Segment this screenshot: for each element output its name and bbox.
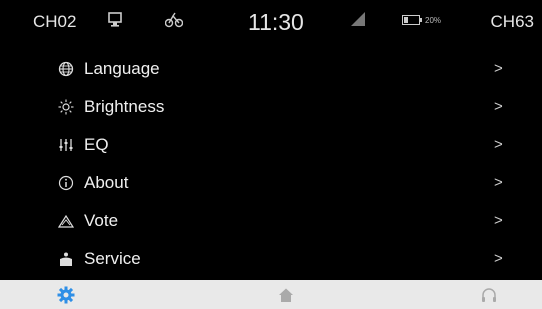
menu-item-label: Brightness [84, 97, 165, 116]
menu-item-brightness[interactable]: Brightness > [0, 88, 542, 126]
menu-item-label: Vote [84, 211, 119, 230]
chevron-right-icon: > [494, 174, 503, 191]
sun-icon [57, 98, 75, 116]
battery-indicator: 20% [402, 15, 441, 25]
globe-icon [57, 60, 75, 78]
chevron-right-icon: > [494, 250, 503, 267]
info-icon [57, 174, 75, 192]
menu-item-label: About [84, 173, 129, 192]
vote-icon [57, 212, 75, 230]
clock: 11:30 [248, 9, 304, 35]
computer-icon [108, 12, 122, 33]
chevron-right-icon: > [494, 60, 503, 77]
settings-menu: Language > Brightness > EQ > About > Vot… [0, 50, 542, 278]
headphones-icon [482, 288, 496, 302]
signal-icon [351, 12, 365, 31]
menu-item-about[interactable]: About > [0, 164, 542, 202]
home-icon [279, 288, 293, 302]
battery-percent: 20% [425, 15, 442, 25]
nav-home-button[interactable] [275, 285, 297, 305]
menu-item-label: EQ [84, 135, 109, 154]
service-icon [57, 250, 75, 268]
equalizer-icon [57, 136, 75, 154]
menu-item-label: Language [84, 59, 160, 78]
battery-icon [402, 15, 422, 25]
channel-right: CH63 [490, 12, 534, 31]
chevron-right-icon: > [494, 98, 503, 115]
bottom-nav-bar [0, 280, 542, 309]
menu-item-service[interactable]: Service > [0, 240, 542, 278]
channel-left: CH02 [33, 12, 77, 31]
chevron-right-icon: > [494, 136, 503, 153]
menu-item-eq[interactable]: EQ > [0, 126, 542, 164]
nav-music-button[interactable] [478, 285, 500, 305]
gear-icon [57, 286, 75, 304]
menu-item-vote[interactable]: Vote > [0, 202, 542, 240]
bicycle-icon [164, 12, 184, 33]
status-bar: CH02 11:30 20% CH63 [0, 0, 542, 46]
chevron-right-icon: > [494, 212, 503, 229]
menu-item-label: Service [84, 249, 141, 268]
nav-settings-button[interactable] [55, 285, 77, 305]
menu-item-language[interactable]: Language > [0, 50, 542, 88]
